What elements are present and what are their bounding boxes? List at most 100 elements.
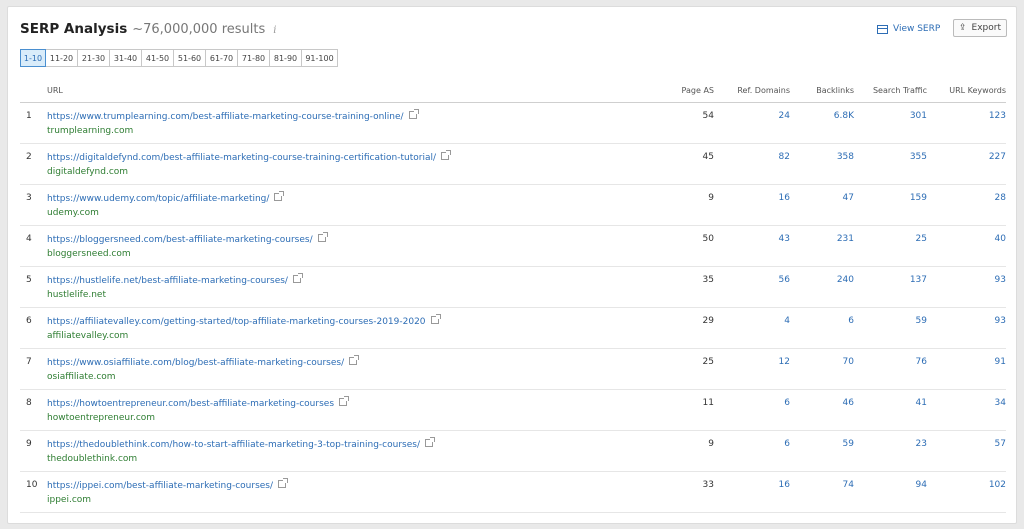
url-keywords-value[interactable]: 91	[995, 357, 1006, 367]
result-url-link[interactable]: https://www.udemy.com/topic/affiliate-ma…	[47, 191, 285, 204]
backlinks-value[interactable]: 59	[843, 439, 854, 449]
url-keywords-value[interactable]: 34	[995, 398, 1006, 408]
ref-domains-value[interactable]: 4	[784, 316, 790, 326]
url-keywords-value[interactable]: 28	[995, 193, 1006, 203]
result-url-link[interactable]: https://ippei.com/best-affiliate-marketi…	[47, 478, 289, 491]
col-page-as[interactable]: Page AS	[682, 86, 714, 95]
ref-domains-value[interactable]: 56	[779, 275, 790, 285]
result-url[interactable]: https://www.udemy.com/topic/affiliate-ma…	[47, 194, 269, 204]
col-ref-domains[interactable]: Ref. Domains	[737, 86, 790, 95]
ref-domains-value[interactable]: 6	[784, 398, 790, 408]
row-number: 3	[26, 193, 32, 203]
backlinks-value[interactable]: 240	[837, 275, 854, 285]
result-domain: trumplearning.com	[47, 126, 134, 136]
page-button[interactable]: 61-70	[205, 49, 238, 67]
col-search-traffic[interactable]: Search Traffic	[873, 86, 927, 95]
col-url-keywords[interactable]: URL Keywords	[949, 86, 1006, 95]
external-link-icon[interactable]	[317, 232, 328, 242]
ref-domains-value[interactable]: 16	[779, 480, 790, 490]
result-url[interactable]: https://bloggersneed.com/best-affiliate-…	[47, 235, 313, 245]
search-traffic-value[interactable]: 59	[916, 316, 927, 326]
result-url[interactable]: https://affiliatevalley.com/getting-star…	[47, 317, 426, 327]
result-url-link[interactable]: https://thedoublethink.com/how-to-start-…	[47, 437, 435, 450]
result-url-link[interactable]: https://www.trumplearning.com/best-affil…	[47, 109, 419, 122]
page-button[interactable]: 41-50	[141, 49, 174, 67]
backlinks-value[interactable]: 6	[848, 316, 854, 326]
page-button[interactable]: 71-80	[237, 49, 270, 67]
url-keywords-value[interactable]: 123	[989, 111, 1006, 121]
result-url[interactable]: https://digitaldefynd.com/best-affiliate…	[47, 153, 436, 163]
result-url-link[interactable]: https://digitaldefynd.com/best-affiliate…	[47, 150, 452, 163]
url-keywords-value[interactable]: 40	[995, 234, 1006, 244]
ref-domains-value[interactable]: 24	[779, 111, 790, 121]
external-link-icon[interactable]	[408, 109, 419, 119]
result-url[interactable]: https://thedoublethink.com/how-to-start-…	[47, 440, 420, 450]
url-keywords-value[interactable]: 93	[995, 275, 1006, 285]
external-link-icon[interactable]	[441, 150, 452, 160]
ref-domains-value[interactable]: 82	[779, 152, 790, 162]
result-url[interactable]: https://howtoentrepreneur.com/best-affil…	[47, 399, 334, 409]
col-backlinks[interactable]: Backlinks	[816, 86, 854, 95]
external-link-icon[interactable]	[278, 478, 289, 488]
external-link-icon[interactable]	[430, 314, 441, 324]
backlinks-value[interactable]: 358	[837, 152, 854, 162]
ref-domains-value[interactable]: 12	[779, 357, 790, 367]
search-traffic-value[interactable]: 23	[916, 439, 927, 449]
page-as-value: 9	[708, 193, 714, 203]
ref-domains-value[interactable]: 6	[784, 439, 790, 449]
export-button[interactable]: ⇪ Export	[953, 19, 1007, 37]
url-keywords-value[interactable]: 57	[995, 439, 1006, 449]
search-traffic-value[interactable]: 355	[910, 152, 927, 162]
search-traffic-value[interactable]: 137	[910, 275, 927, 285]
page-button[interactable]: 1-10	[20, 49, 46, 67]
page-button[interactable]: 91-100	[301, 49, 338, 67]
result-url[interactable]: https://hustlelife.net/best-affiliate-ma…	[47, 276, 288, 286]
external-link-icon[interactable]	[292, 273, 303, 283]
external-link-icon[interactable]	[274, 191, 285, 201]
page-button[interactable]: 51-60	[173, 49, 206, 67]
result-url[interactable]: https://www.osiaffiliate.com/blog/best-a…	[47, 358, 344, 368]
backlinks-value[interactable]: 74	[843, 480, 854, 490]
page-as-value: 29	[702, 316, 714, 326]
ref-domains-value[interactable]: 43	[779, 234, 790, 244]
page-button[interactable]: 81-90	[269, 49, 302, 67]
backlinks-value[interactable]: 70	[843, 357, 854, 367]
col-url[interactable]: URL	[47, 86, 63, 95]
page-button[interactable]: 31-40	[109, 49, 142, 67]
search-traffic-value[interactable]: 301	[910, 111, 927, 121]
result-url-link[interactable]: https://bloggersneed.com/best-affiliate-…	[47, 232, 328, 245]
result-url-link[interactable]: https://howtoentrepreneur.com/best-affil…	[47, 396, 350, 409]
info-icon[interactable]: i	[273, 25, 276, 36]
result-domain: hustlelife.net	[47, 290, 107, 300]
result-url[interactable]: https://www.trumplearning.com/best-affil…	[47, 112, 404, 122]
search-traffic-value[interactable]: 159	[910, 193, 927, 203]
search-traffic-value[interactable]: 25	[916, 234, 927, 244]
result-url-link[interactable]: https://www.osiaffiliate.com/blog/best-a…	[47, 355, 360, 368]
url-keywords-value[interactable]: 93	[995, 316, 1006, 326]
url-keywords-value[interactable]: 227	[989, 152, 1006, 162]
table-body: 1 https://www.trumplearning.com/best-affi…	[20, 103, 1006, 513]
ref-domains-value[interactable]: 16	[779, 193, 790, 203]
result-domain: ippei.com	[47, 495, 92, 505]
external-link-icon[interactable]	[349, 355, 360, 365]
view-serp-link[interactable]: View SERP	[877, 24, 940, 34]
search-traffic-value[interactable]: 41	[916, 398, 927, 408]
backlinks-value[interactable]: 231	[837, 234, 854, 244]
table-row: 3 https://www.udemy.com/topic/affiliate-m…	[20, 185, 1006, 226]
result-domain: thedoublethink.com	[47, 454, 138, 464]
page-button[interactable]: 11-20	[45, 49, 78, 67]
search-traffic-value[interactable]: 76	[916, 357, 927, 367]
result-url-link[interactable]: https://hustlelife.net/best-affiliate-ma…	[47, 273, 303, 286]
backlinks-value[interactable]: 6.8K	[834, 111, 854, 121]
row-number: 2	[26, 152, 32, 162]
page-button[interactable]: 21-30	[77, 49, 110, 67]
backlinks-value[interactable]: 46	[843, 398, 854, 408]
result-url-link[interactable]: https://affiliatevalley.com/getting-star…	[47, 314, 441, 327]
external-link-icon[interactable]	[425, 437, 435, 447]
backlinks-value[interactable]: 47	[843, 193, 854, 203]
row-number: 10	[26, 480, 38, 490]
url-keywords-value[interactable]: 102	[989, 480, 1006, 490]
external-link-icon[interactable]	[339, 396, 350, 406]
result-url[interactable]: https://ippei.com/best-affiliate-marketi…	[47, 481, 273, 491]
search-traffic-value[interactable]: 94	[916, 480, 927, 490]
